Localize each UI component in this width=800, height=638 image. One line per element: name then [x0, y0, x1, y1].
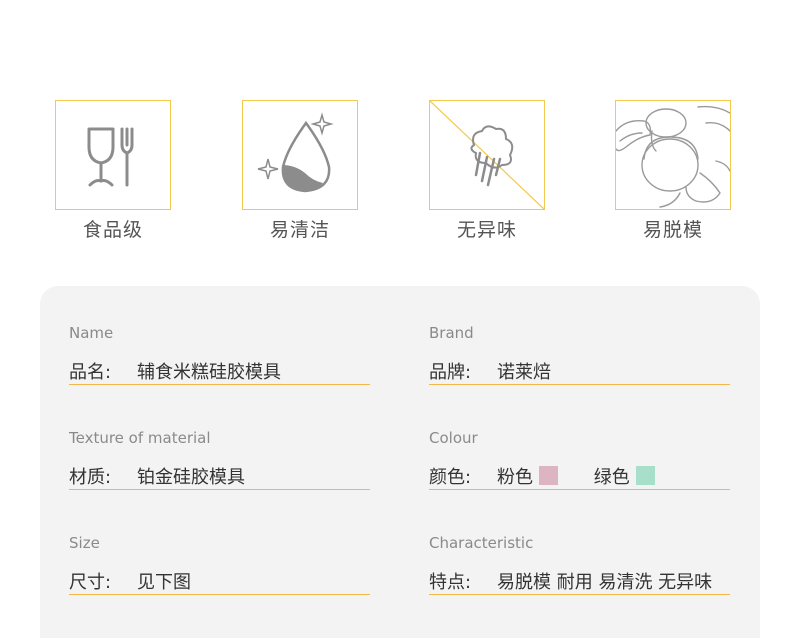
colour-swatch-pink: [539, 466, 558, 485]
colour-swatch-green: [635, 466, 655, 485]
spec-colour-en-label: Colour: [429, 429, 478, 447]
colour-option-green-label: 绿色: [593, 466, 630, 488]
no-odor-icon: [430, 101, 544, 209]
spec-characteristic-key: 特点:: [429, 571, 472, 593]
feature-mold-release: 易脱模: [615, 100, 731, 242]
spec-material-value: 铂金硅胶模具: [137, 466, 245, 488]
feature-easy-clean-label: 易清洁: [269, 219, 330, 241]
spec-colour-key: 颜色:: [429, 466, 472, 488]
spec-characteristic-row: 特点: 易脱模 耐用 易清洗 无异味: [429, 567, 730, 595]
spec-material: Texture of material 材质: 铂金硅胶模具: [69, 428, 370, 490]
feature-mold-release-label: 易脱模: [642, 219, 703, 241]
feature-no-odor: 无异味: [429, 100, 545, 242]
spec-brand: Brand 品牌: 诺莱焙: [429, 323, 730, 385]
feature-no-odor-frame: [429, 100, 545, 210]
feature-no-odor-label: 无异味: [456, 219, 517, 241]
feature-food-grade-label: 食品级: [82, 219, 143, 241]
food-grade-icon: [87, 127, 134, 187]
spec-material-en-label: Texture of material: [69, 429, 211, 447]
spec-brand-key: 品牌:: [429, 361, 472, 383]
spec-colour-row: 颜色: 粉色 绿色: [429, 462, 730, 490]
feature-icons-row: 食品级 易清洁 无异味 易脱模: [0, 0, 800, 260]
spec-name-value: 辅食米糕硅胶模具: [137, 361, 281, 383]
spec-size-en-label: Size: [69, 534, 100, 552]
spec-brand-row: 品牌: 诺莱焙: [429, 357, 730, 385]
colour-option-pink-label: 粉色: [497, 466, 533, 488]
feature-food-grade-frame: [55, 100, 171, 210]
spec-name-en-label: Name: [69, 324, 114, 342]
spec-panel: Name 品名: 辅食米糕硅胶模具 Brand 品牌: 诺莱焙 Texture …: [40, 286, 760, 638]
spec-name-row: 品名: 辅食米糕硅胶模具: [69, 357, 370, 385]
feature-easy-clean-frame: [242, 100, 358, 210]
feature-easy-clean: 易清洁: [242, 100, 358, 242]
spec-name: Name 品名: 辅食米糕硅胶模具: [69, 323, 370, 385]
spec-characteristic: Characteristic 特点: 易脱模 耐用 易清洗 无异味: [429, 533, 730, 595]
spec-colour: Colour 颜色: 粉色 绿色: [429, 428, 730, 490]
spec-size-key: 尺寸:: [69, 571, 112, 593]
spec-material-row: 材质: 铂金硅胶模具: [69, 462, 370, 490]
spec-size: Size 尺寸: 见下图: [69, 533, 370, 595]
water-drop-icon: [257, 112, 334, 193]
spec-name-key: 品名:: [69, 361, 112, 383]
mold-release-icon: [616, 105, 730, 208]
spec-size-value: 见下图: [137, 571, 191, 593]
colour-option-pink: 粉色: [497, 463, 558, 489]
colour-option-green: 绿色: [594, 463, 655, 489]
spec-brand-value: 诺莱焙: [497, 361, 551, 383]
spec-size-row: 尺寸: 见下图: [69, 567, 370, 595]
spec-colour-options: 粉色 绿色: [497, 463, 655, 489]
spec-characteristic-en-label: Characteristic: [429, 534, 534, 552]
feature-mold-release-frame: [615, 100, 731, 210]
spec-material-key: 材质:: [69, 466, 112, 488]
feature-food-grade: 食品级: [55, 100, 171, 242]
spec-characteristic-value: 易脱模 耐用 易清洗 无异味: [497, 571, 713, 593]
spec-brand-en-label: Brand: [429, 324, 474, 342]
